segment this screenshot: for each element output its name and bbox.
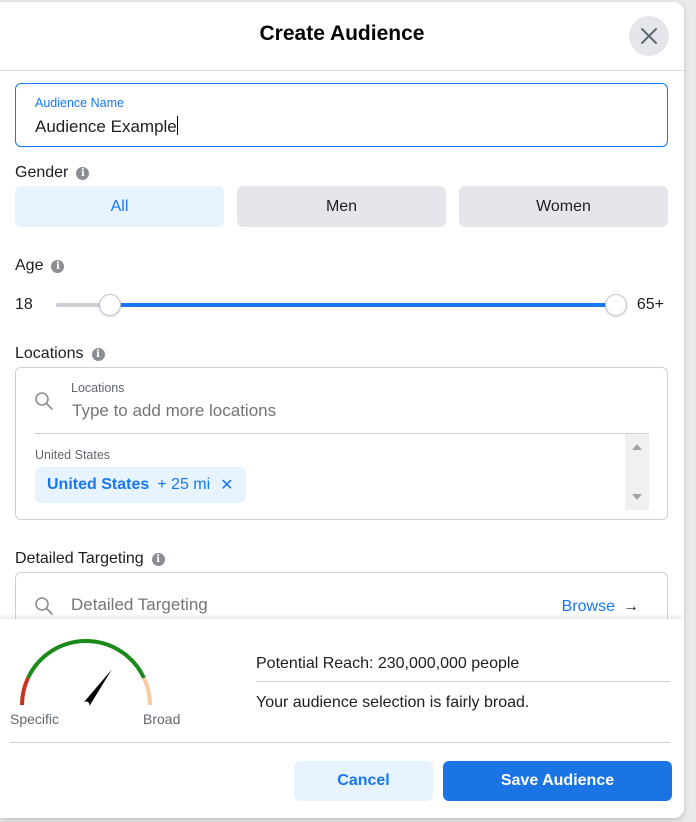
- gender-label-text: Gender: [15, 164, 69, 181]
- dialog-header: Create Audience: [0, 2, 684, 71]
- gauge-max-label: Broad: [143, 711, 181, 727]
- slider-thumb-max[interactable]: [605, 294, 627, 316]
- gauge-min-label: Specific: [10, 711, 60, 727]
- slider-fill: [109, 303, 616, 307]
- browse-label: Browse: [561, 598, 615, 615]
- detailed-targeting-input[interactable]: [71, 595, 491, 615]
- locations-box: Locations United States United States + …: [15, 367, 668, 520]
- close-icon: [641, 28, 657, 44]
- save-audience-button[interactable]: Save Audience: [443, 761, 672, 801]
- audience-name-input[interactable]: Audience Example: [35, 116, 178, 137]
- age-label: Age i: [15, 257, 65, 275]
- text-caret: [176, 116, 178, 135]
- cancel-button[interactable]: Cancel: [294, 761, 433, 801]
- info-icon[interactable]: i: [51, 259, 65, 273]
- locations-search-label: Locations: [71, 381, 125, 395]
- locations-label-text: Locations: [15, 345, 84, 362]
- age-max-value: 65+: [636, 296, 664, 313]
- browse-link[interactable]: Browse →: [562, 598, 639, 616]
- audience-name-field[interactable]: Audience Name Audience Example: [15, 83, 668, 147]
- audience-name-label: Audience Name: [35, 96, 124, 110]
- divider: [256, 681, 670, 682]
- locations-search-input[interactable]: [72, 401, 632, 421]
- potential-reach: Potential Reach: 230,000,000 people: [256, 655, 520, 672]
- scroll-down-arrow-icon[interactable]: [632, 494, 642, 500]
- reach-description: Your audience selection is fairly broad.: [256, 694, 530, 711]
- audience-size-gauge: [20, 639, 152, 708]
- info-icon[interactable]: i: [76, 166, 90, 180]
- divider: [10, 742, 670, 743]
- gender-option-women[interactable]: Women: [459, 186, 668, 227]
- locations-scrollbar[interactable]: [625, 434, 649, 510]
- locations-list: United States United States + 25 mi ✕: [35, 433, 649, 510]
- search-icon: [34, 391, 54, 411]
- info-icon[interactable]: i: [91, 347, 105, 361]
- close-button[interactable]: [629, 16, 669, 56]
- age-label-text: Age: [15, 257, 44, 274]
- age-range-slider: 18 65+: [15, 292, 668, 318]
- remove-location-icon[interactable]: ✕: [220, 475, 233, 495]
- slider-track[interactable]: [56, 294, 627, 316]
- reach-footer: Specific Broad Potential Reach: 230,000,…: [0, 619, 684, 818]
- create-audience-dialog: Create Audience Audience Name Audience E…: [0, 2, 684, 818]
- location-chip-radius[interactable]: + 25 mi: [157, 476, 210, 494]
- info-icon[interactable]: i: [151, 552, 165, 566]
- gauge-specific-segment: [20, 677, 30, 706]
- gender-option-men[interactable]: Men: [237, 186, 446, 227]
- dialog-title: Create Audience: [259, 22, 425, 45]
- detailed-targeting-label-text: Detailed Targeting: [15, 550, 144, 567]
- gender-selector: All Men Women: [15, 186, 668, 227]
- gauge-good-segment: [26, 639, 146, 679]
- gender-option-all[interactable]: All: [15, 186, 224, 227]
- detailed-targeting-label: Detailed Targeting i: [15, 550, 165, 568]
- slider-thumb-min[interactable]: [98, 294, 121, 316]
- gauge-needle: [83, 669, 112, 708]
- location-chip-name: United States: [47, 476, 150, 493]
- gender-label: Gender i: [15, 164, 90, 182]
- gauge-broad-segment: [142, 677, 152, 706]
- locations-label: Locations i: [15, 345, 105, 363]
- arrow-right-icon: →: [623, 598, 639, 615]
- location-group-label: United States: [35, 448, 111, 462]
- location-chip[interactable]: United States + 25 mi ✕: [35, 467, 246, 503]
- search-icon: [34, 596, 54, 616]
- audience-name-value: Audience Example: [35, 117, 177, 136]
- scroll-up-arrow-icon[interactable]: [632, 444, 642, 450]
- age-min-value: 18: [15, 296, 33, 313]
